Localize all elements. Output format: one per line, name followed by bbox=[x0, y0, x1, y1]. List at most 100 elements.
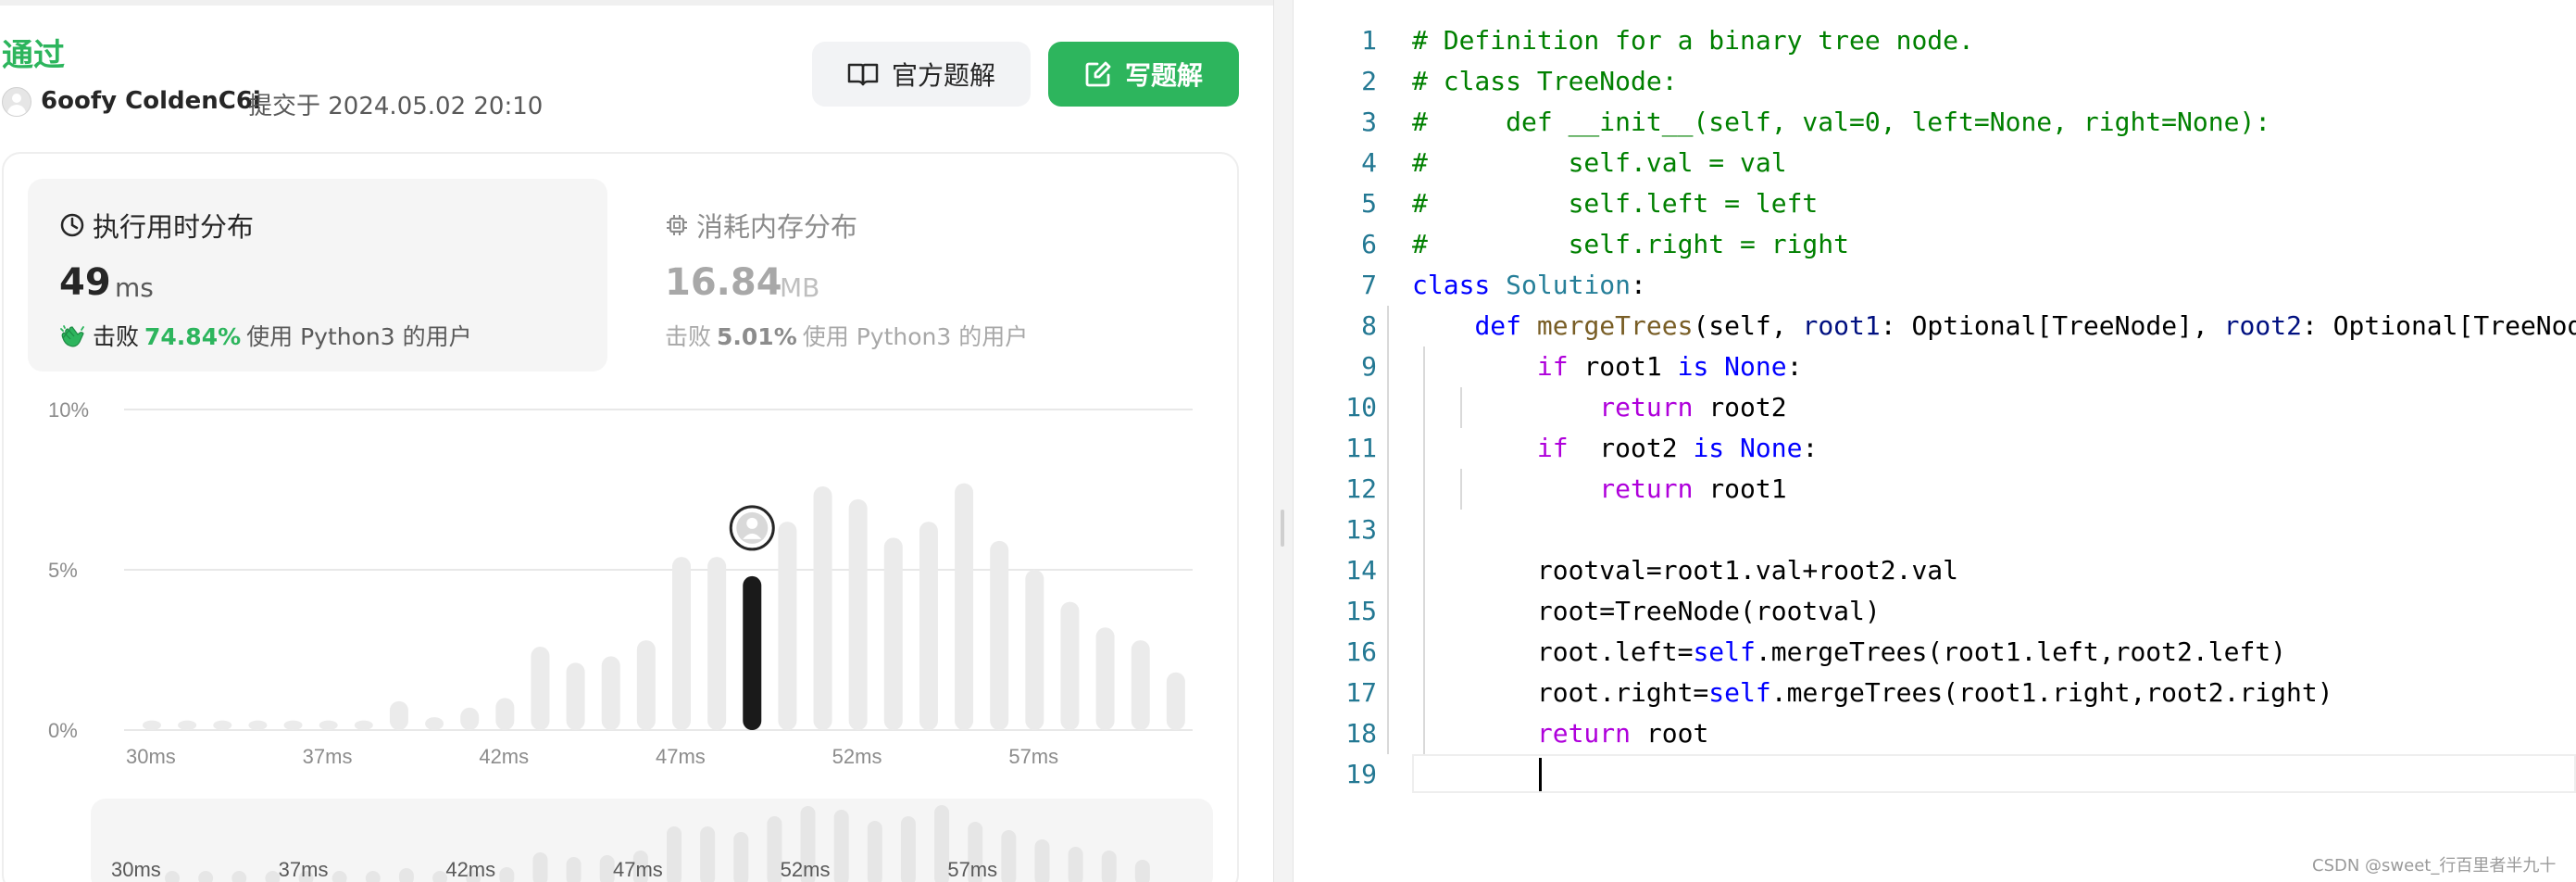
mini-x-tick-label: 47ms bbox=[613, 858, 663, 881]
distribution-bar[interactable] bbox=[1095, 627, 1115, 730]
code-text: # self.right = right bbox=[1412, 224, 1849, 265]
distribution-bar[interactable] bbox=[813, 486, 832, 730]
write-solution-label: 写题解 bbox=[1124, 60, 1203, 91]
code-line[interactable]: 8 def mergeTrees(self, root1: Optional[T… bbox=[1294, 306, 2576, 346]
distribution-bar[interactable] bbox=[955, 483, 974, 730]
clock-icon bbox=[60, 213, 84, 237]
code-line[interactable]: 11 if root2 is None: bbox=[1294, 428, 2576, 469]
distribution-bar[interactable] bbox=[919, 522, 938, 730]
code-line[interactable]: 3 # def __init__(self, val=0, left=None, … bbox=[1294, 102, 2576, 143]
runtime-distribution-chart[interactable]: 10% 5% 0% 30ms 37ms 42ms 47ms 52ms 57ms 30ms 37m… bbox=[0, 371, 1273, 882]
distribution-bar[interactable] bbox=[354, 720, 373, 730]
code-token: # self.right = right bbox=[1412, 229, 1850, 259]
code-token: root2 bbox=[1599, 433, 1694, 463]
code-line[interactable]: 1 # Definition for a binary tree node. bbox=[1294, 20, 2576, 61]
distribution-bar[interactable] bbox=[283, 720, 303, 730]
code-token: class bbox=[1412, 270, 1507, 300]
top-divider bbox=[0, 0, 1273, 6]
code-token: Solution bbox=[1506, 270, 1632, 300]
code-line[interactable]: 5 # self.left = left bbox=[1294, 183, 2576, 224]
code-text: root.right=self.mergeTrees(root1.right,r… bbox=[1412, 673, 2333, 713]
edit-icon bbox=[1085, 61, 1111, 87]
y-tick-label: 0% bbox=[48, 719, 78, 742]
panel-resize-handle[interactable] bbox=[1273, 0, 1294, 882]
code-token: self bbox=[1693, 636, 1756, 667]
mini-bar bbox=[1034, 839, 1050, 882]
line-number: 10 bbox=[1345, 392, 1377, 422]
distribution-bar[interactable] bbox=[213, 720, 232, 730]
indent-guide bbox=[1387, 306, 1389, 754]
line-number: 7 bbox=[1361, 270, 1377, 300]
distribution-bar[interactable] bbox=[1060, 601, 1080, 730]
x-tick-label: 37ms bbox=[303, 745, 353, 768]
distribution-bar[interactable] bbox=[389, 700, 408, 730]
code-line[interactable]: 13 bbox=[1294, 510, 2576, 550]
runtime-beats-pct: 74.84% bbox=[144, 323, 242, 350]
submitted-time: 提交于 2024.05.02 20:10 bbox=[248, 93, 544, 120]
distribution-bar[interactable] bbox=[425, 717, 444, 730]
distribution-bar[interactable] bbox=[531, 647, 550, 730]
code-token: root2 bbox=[2223, 310, 2302, 341]
line-number: 2 bbox=[1361, 66, 1377, 96]
distribution-bar[interactable] bbox=[460, 707, 480, 730]
code-line[interactable]: 12 return root1 bbox=[1294, 469, 2576, 510]
username-link[interactable]: 6oofy ColdenC6i bbox=[41, 87, 261, 115]
code-line[interactable]: 2 # class TreeNode: bbox=[1294, 61, 2576, 102]
runtime-title[interactable]: 执行用时分布 bbox=[59, 206, 254, 245]
code-line[interactable]: 14 rootval=root1.val+root2.val bbox=[1294, 550, 2576, 591]
distribution-bar[interactable] bbox=[566, 662, 585, 730]
code-line[interactable]: 15 root=TreeNode(rootval) bbox=[1294, 591, 2576, 632]
distribution-bar[interactable] bbox=[990, 540, 1009, 730]
code-line[interactable]: 18 return root bbox=[1294, 713, 2576, 754]
code-token: : bbox=[1631, 270, 1646, 300]
distribution-bar[interactable] bbox=[495, 698, 515, 730]
distribution-bar[interactable] bbox=[848, 498, 868, 730]
text-cursor bbox=[1539, 758, 1542, 791]
code-line[interactable]: 16 root.left=self.mergeTrees(root1.left,… bbox=[1294, 632, 2576, 673]
distribution-bar[interactable] bbox=[1131, 640, 1150, 730]
code-token: # def __init__(self, val=0, left=None, r… bbox=[1412, 107, 2271, 137]
line-number: 4 bbox=[1361, 147, 1377, 178]
mini-bar bbox=[700, 826, 716, 882]
distribution-bar[interactable] bbox=[601, 656, 620, 730]
mini-bar bbox=[900, 816, 916, 882]
code-line[interactable]: 4 # self.val = val bbox=[1294, 143, 2576, 183]
distribution-bar[interactable] bbox=[178, 720, 197, 730]
code-token: root1 bbox=[1708, 473, 1787, 504]
distribution-bar[interactable] bbox=[1025, 570, 1044, 730]
user-avatar[interactable] bbox=[2, 87, 31, 117]
code-editor[interactable]: 1 # Definition for a binary tree node. 2 # … bbox=[1294, 0, 2576, 882]
write-solution-button[interactable]: 写题解 bbox=[1048, 42, 1239, 107]
distribution-bar[interactable] bbox=[672, 557, 691, 730]
code-text: return root2 bbox=[1412, 387, 1786, 428]
distribution-bar[interactable] bbox=[1166, 672, 1185, 730]
mini-x-tick-label: 52ms bbox=[781, 858, 831, 881]
y-tick-label: 10% bbox=[48, 398, 89, 422]
line-number: 12 bbox=[1345, 473, 1377, 504]
code-line[interactable]: 10 return root2 bbox=[1294, 387, 2576, 428]
distribution-bar[interactable] bbox=[778, 522, 797, 730]
memory-unit: MB bbox=[780, 272, 820, 303]
code-text: root.left=self.mergeTrees(root1.left,roo… bbox=[1412, 632, 2286, 673]
official-solution-label: 官方题解 bbox=[891, 60, 995, 91]
line-number: 19 bbox=[1345, 759, 1377, 789]
distribution-bar[interactable] bbox=[248, 720, 268, 730]
code-token: : bbox=[1802, 433, 1819, 463]
code-token: # self.left = left bbox=[1412, 188, 1819, 219]
distribution-bar[interactable] bbox=[143, 720, 161, 730]
distribution-bar[interactable] bbox=[707, 557, 727, 730]
official-solution-button[interactable]: 官方题解 bbox=[812, 42, 1031, 107]
runtime-beats-suffix: 使用 Python3 的用户 bbox=[246, 323, 472, 350]
distribution-bar[interactable] bbox=[319, 720, 338, 730]
selected-bar[interactable] bbox=[743, 575, 762, 730]
distribution-bar[interactable] bbox=[883, 537, 903, 730]
code-line[interactable]: 9 if root1 is None: bbox=[1294, 346, 2576, 387]
code-line[interactable]: 7 class Solution: bbox=[1294, 265, 2576, 306]
code-line[interactable]: 6 # self.right = right bbox=[1294, 224, 2576, 265]
distribution-bar[interactable] bbox=[636, 640, 656, 730]
memory-title[interactable]: 消耗内存分布 bbox=[665, 206, 857, 245]
code-line[interactable]: 17 root.right=self.mergeTrees(root1.righ… bbox=[1294, 673, 2576, 713]
mini-x-tick-label: 42ms bbox=[445, 858, 495, 881]
